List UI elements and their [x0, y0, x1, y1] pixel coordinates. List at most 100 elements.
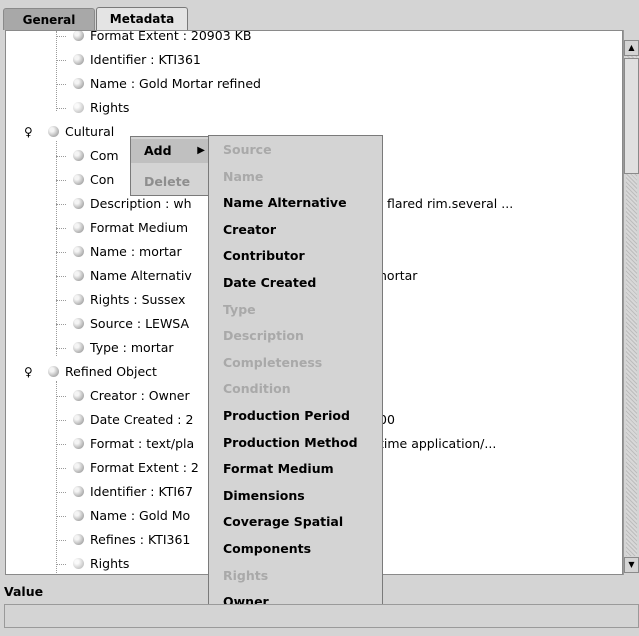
tree-node-leaf[interactable]: Format Extent : 2: [73, 457, 199, 479]
scroll-thumb[interactable]: [624, 58, 639, 174]
tree-node-leaf[interactable]: Name : Gold Mo: [73, 505, 190, 527]
context-menu: Add ▶ Delete: [130, 136, 210, 196]
tree-node-leaf[interactable]: Com: [73, 145, 119, 167]
tree-node-label: Name : Gold Mo: [90, 508, 191, 523]
metadata-node-icon: [73, 270, 84, 281]
tab-metadata[interactable]: Metadata: [96, 7, 188, 31]
tree-node-leaf[interactable]: Format Extent : 20903 KB: [73, 30, 252, 47]
tree-connector: [56, 156, 66, 157]
tree-connector: [56, 381, 57, 574]
tree-node-label-tail: time application/...: [379, 436, 497, 451]
tree-pin-icon[interactable]: ♀: [24, 121, 33, 143]
tree-node-label: Description : wh: [90, 196, 192, 211]
metadata-node-icon: [73, 534, 84, 545]
submenu-item-format-medium[interactable]: Format Medium: [223, 458, 334, 480]
tree-connector: [56, 180, 66, 181]
tree-connector: [56, 516, 66, 517]
tree-node-leaf[interactable]: Type : mortar: [73, 337, 174, 359]
metadata-node-icon: [73, 222, 84, 233]
tree-connector: [56, 60, 66, 61]
tree-connector: [56, 31, 57, 111]
submenu-item-name-alternative[interactable]: Name Alternative: [223, 192, 347, 214]
tree-node-label: Rights: [90, 100, 130, 115]
metadata-node-icon: [73, 174, 84, 185]
tree-node-leaf[interactable]: Name : mortar: [73, 241, 182, 263]
metadata-node-icon: [73, 510, 84, 521]
tree-node-leaf[interactable]: Rights: [73, 97, 129, 119]
tree-node-leaf[interactable]: Format Medium: [73, 217, 188, 239]
tree-node-label: Com: [90, 148, 119, 163]
metadata-node-icon: [73, 462, 84, 473]
tree-node-label: Cultural: [65, 124, 115, 139]
metadata-node-icon: [73, 390, 84, 401]
tree-node-label: Rights: [90, 556, 130, 571]
submenu-item-name[interactable]: Name: [223, 166, 263, 188]
tab-bar: General Metadata: [0, 0, 639, 31]
metadata-node-icon: [73, 102, 84, 113]
submenu-item-description[interactable]: Description: [223, 325, 304, 347]
metadata-node-icon: [73, 294, 84, 305]
value-field[interactable]: [4, 604, 639, 628]
tree-node-leaf[interactable]: Format : text/pla: [73, 433, 194, 455]
tree-node-label: Format Extent : 2: [90, 460, 199, 475]
metadata-node-icon: [73, 246, 84, 257]
tree-node-label: Format Medium: [90, 220, 189, 235]
tree-node-leaf[interactable]: Date Created : 2: [73, 409, 193, 431]
submenu-item-contributor[interactable]: Contributor: [223, 245, 305, 267]
tree-node-leaf[interactable]: Con: [73, 169, 114, 191]
tree-node-leaf[interactable]: Rights: [73, 553, 130, 574]
submenu-item-creator[interactable]: Creator: [223, 219, 276, 241]
tab-general[interactable]: General: [3, 8, 95, 30]
metadata-node-icon: [73, 54, 84, 65]
add-submenu: Source Name Name Alternative Creator Contrib…: [208, 135, 383, 618]
metadata-node-icon: [48, 366, 59, 377]
tree-node-label: Identifier : KTI67: [90, 484, 193, 499]
tree-connector: [56, 420, 66, 421]
tree-node-label: Creator : Owner: [90, 388, 190, 403]
tree-node-group[interactable]: ♀ Refined Object: [24, 361, 157, 383]
tree-node-leaf[interactable]: Source : LEWSA: [73, 313, 189, 335]
menu-item-add[interactable]: Add ▶: [131, 139, 209, 163]
submenu-item-production-period[interactable]: Production Period: [223, 405, 350, 427]
tree-node-group[interactable]: ♀ Cultural: [24, 121, 115, 143]
metadata-node-icon: [73, 31, 84, 41]
tree-connector: [56, 444, 66, 445]
submenu-item-rights[interactable]: Rights: [223, 565, 268, 587]
tree-node-label-tail: nortar: [379, 268, 418, 283]
metadata-node-icon: [73, 198, 84, 209]
submenu-item-coverage-spatial[interactable]: Coverage Spatial: [223, 511, 343, 533]
tree-node-leaf[interactable]: Description : wh: [73, 193, 192, 215]
submenu-item-condition[interactable]: Condition: [223, 378, 291, 400]
tree-connector: [56, 276, 66, 277]
metadata-node-icon: [73, 486, 84, 497]
tree-node-leaf[interactable]: Rights : Sussex: [73, 289, 185, 311]
tree-scrollbar[interactable]: ▲ ▼: [623, 30, 639, 575]
scroll-up-button[interactable]: ▲: [624, 40, 639, 56]
tree-node-leaf[interactable]: Creator : Owner: [73, 385, 190, 407]
submenu-item-components[interactable]: Components: [223, 538, 311, 560]
tree-node-leaf[interactable]: Identifier : KTI361: [73, 49, 201, 71]
tree-node-label: Refines : KTI361: [90, 532, 191, 547]
tree-node-label: Format Extent : 20903 KB: [90, 30, 252, 43]
tree-node-label: Name : Gold Mortar refined: [90, 76, 261, 91]
tree-node-leaf[interactable]: Refines : KTI361: [73, 529, 190, 551]
tree-node-leaf[interactable]: Name Alternativ: [73, 265, 192, 287]
tree-pin-icon[interactable]: ♀: [24, 361, 33, 383]
submenu-item-dimensions[interactable]: Dimensions: [223, 485, 305, 507]
submenu-item-type[interactable]: Type: [223, 299, 256, 321]
submenu-item-date-created[interactable]: Date Created: [223, 272, 316, 294]
tree-node-label: Name : mortar: [90, 244, 182, 259]
tree-node-label: Source : LEWSA: [90, 316, 190, 331]
tree-node-leaf[interactable]: Name : Gold Mortar refined: [73, 73, 261, 95]
scroll-down-button[interactable]: ▼: [624, 557, 639, 573]
tree-connector: [56, 396, 66, 397]
tree-node-leaf[interactable]: Identifier : KTI67: [73, 481, 193, 503]
tree-connector: [56, 228, 66, 229]
submenu-item-production-method[interactable]: Production Method: [223, 432, 358, 454]
menu-item-delete[interactable]: Delete: [131, 170, 209, 194]
metadata-node-icon: [73, 414, 84, 425]
tree-node-label-tail: , flared rim.several ...: [379, 196, 514, 211]
tree-connector: [56, 492, 66, 493]
submenu-item-source[interactable]: Source: [223, 139, 272, 161]
submenu-item-completeness[interactable]: Completeness: [223, 352, 322, 374]
